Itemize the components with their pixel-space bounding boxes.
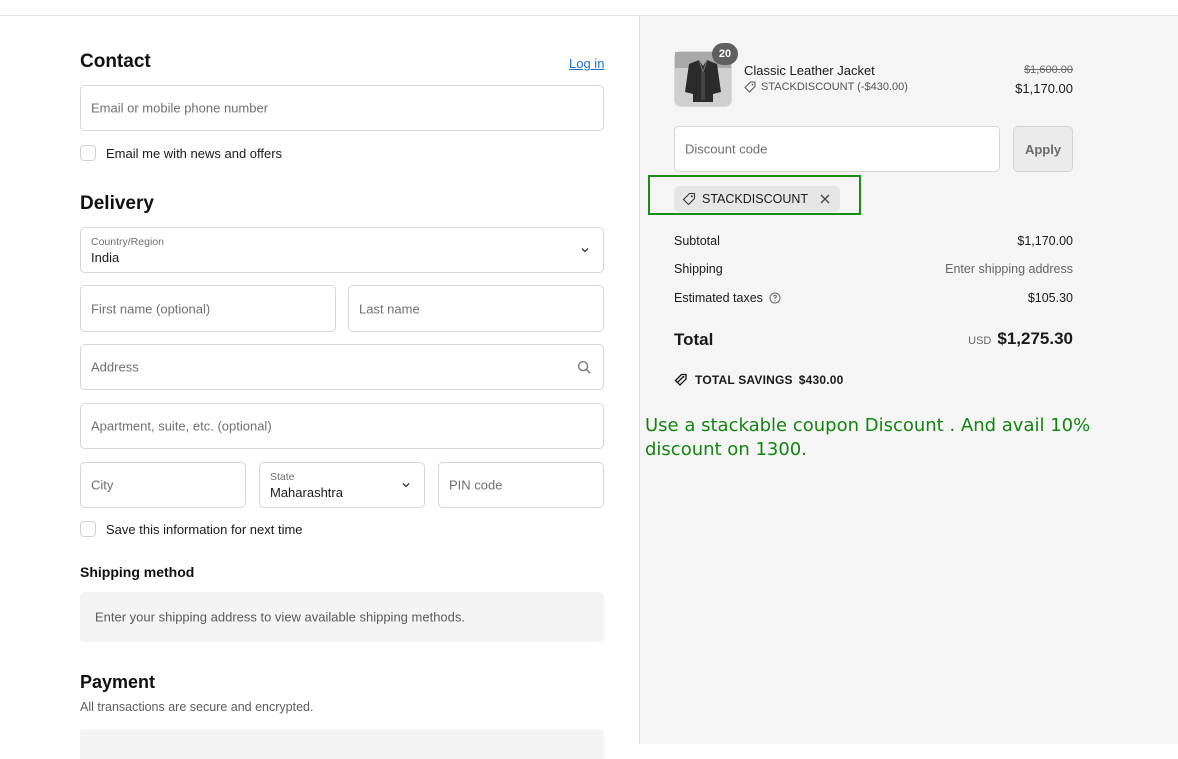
shipping-method-info: Enter your shipping address to view avai…: [80, 592, 604, 642]
contact-heading: Contact: [80, 51, 151, 72]
search-icon: [577, 360, 591, 374]
country-select[interactable]: Country/Region India: [80, 227, 604, 273]
chevron-down-icon: [581, 248, 589, 253]
total-value-group: USD $1,275.30: [968, 329, 1073, 349]
estimated-taxes-row: Estimated taxes: [674, 291, 781, 305]
shipping-method-heading: Shipping method: [80, 564, 195, 580]
email-placeholder: Email or mobile phone number: [91, 100, 269, 116]
news-checkbox-label: Email me with news and offers: [106, 146, 283, 161]
discount-code-placeholder: Discount code: [685, 141, 768, 157]
top-bar: [0, 0, 1178, 16]
estimated-taxes-value: $105.30: [1027, 291, 1073, 305]
total-label: Total: [674, 330, 714, 349]
close-icon[interactable]: [818, 192, 832, 206]
city-field[interactable]: City: [80, 462, 246, 508]
apartment-field[interactable]: Apartment, suite, etc. (optional): [80, 403, 604, 449]
product-price: $1,170.00: [1015, 81, 1073, 96]
news-checkbox[interactable]: [80, 145, 96, 161]
country-value: India: [91, 250, 120, 265]
product-discount-text: STACKDISCOUNT (-$430.00): [761, 81, 908, 93]
first-name-field[interactable]: First name (optional): [80, 285, 336, 332]
save-info-label: Save this information for next time: [106, 522, 303, 537]
state-select[interactable]: State Maharashtra: [259, 462, 425, 508]
subtotal-value: $1,170.00: [1017, 234, 1073, 248]
login-link[interactable]: Log in: [569, 56, 604, 71]
country-label: Country/Region: [91, 236, 164, 248]
payment-box: [80, 729, 604, 759]
product-discount: STACKDISCOUNT (-$430.00): [744, 81, 908, 93]
city-placeholder: City: [91, 477, 114, 493]
shipping-value: Enter shipping address: [945, 262, 1073, 276]
chevron-down-icon: [402, 483, 410, 488]
pin-code-field[interactable]: PIN code: [438, 462, 604, 508]
original-price: $1,600.00: [1024, 64, 1073, 76]
savings-tag-icon: [674, 373, 687, 386]
tag-icon: [744, 81, 756, 93]
applied-discount-code: STACKDISCOUNT: [702, 192, 809, 206]
address-field[interactable]: Address: [80, 344, 604, 390]
total-savings-value: $430.00: [798, 373, 844, 387]
quantity-badge: 20: [712, 43, 738, 65]
shipping-method-message: Enter your shipping address to view avai…: [95, 609, 465, 625]
delivery-heading: Delivery: [80, 193, 154, 214]
product-name: Classic Leather Jacket: [744, 63, 875, 78]
apartment-placeholder: Apartment, suite, etc. (optional): [91, 418, 272, 434]
total-savings-label: TOTAL SAVINGS: [695, 373, 793, 387]
address-placeholder: Address: [91, 359, 139, 375]
first-name-placeholder: First name (optional): [91, 301, 211, 316]
state-value: Maharashtra: [270, 485, 343, 500]
discount-code-field[interactable]: Discount code: [674, 126, 1000, 172]
subtotal-label: Subtotal: [674, 234, 720, 248]
order-summary: 20 Classic Leather Jacket STACKDISCOUNT …: [639, 16, 1178, 744]
payment-subtext: All transactions are secure and encrypte…: [80, 700, 314, 714]
checkout-form: Contact Log in Email or mobile phone num…: [0, 16, 639, 759]
total-savings: TOTAL SAVINGS $430.00: [674, 373, 844, 387]
total-value: $1,275.30: [997, 329, 1073, 348]
pin-code-placeholder: PIN code: [449, 477, 503, 493]
last-name-field[interactable]: Last name: [348, 285, 604, 332]
shipping-label: Shipping: [674, 262, 723, 276]
estimated-taxes-label: Estimated taxes: [674, 291, 763, 305]
email-field[interactable]: Email or mobile phone number: [80, 85, 604, 131]
apply-button[interactable]: Apply: [1013, 126, 1073, 172]
annotation-note: Use a stackable coupon Discount . And av…: [645, 415, 1091, 460]
state-label: State: [270, 471, 295, 483]
save-info-checkbox[interactable]: [80, 521, 96, 537]
tag-icon: [682, 192, 696, 206]
help-icon[interactable]: [769, 292, 781, 304]
payment-heading: Payment: [80, 672, 156, 692]
last-name-placeholder: Last name: [359, 301, 420, 316]
applied-discount-chip: STACKDISCOUNT: [674, 186, 841, 212]
total-currency: USD: [968, 335, 992, 347]
